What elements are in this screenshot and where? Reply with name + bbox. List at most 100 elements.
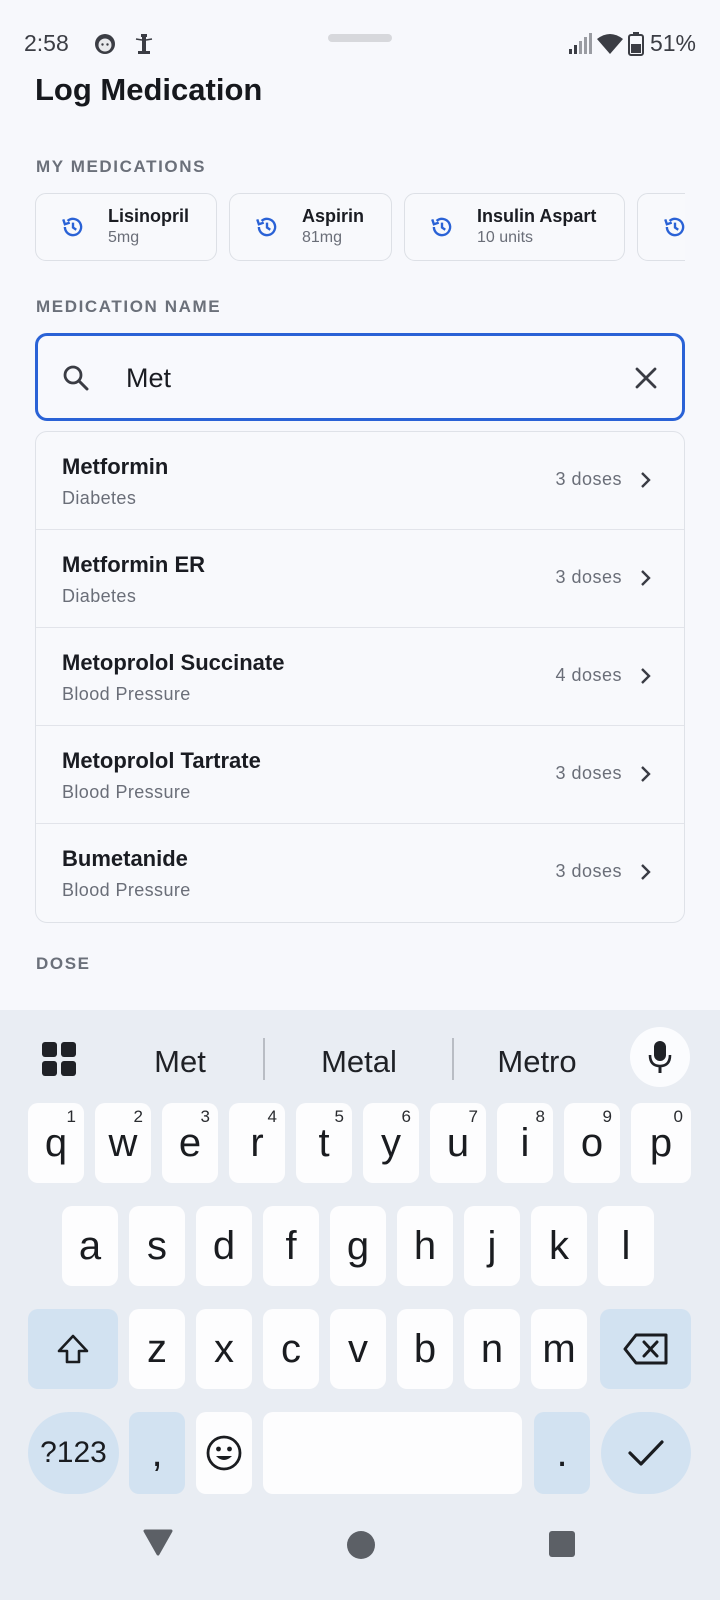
key-p[interactable]: p0 [631,1103,691,1183]
recent-medications-row[interactable]: Lisinopril 5mg Aspirin 81mg Insulin Aspa… [35,193,685,261]
recent-medication-chip[interactable]: Lisinopril 5mg [35,193,217,261]
key-comma[interactable]: , [129,1412,185,1494]
key-j[interactable]: j [464,1206,520,1286]
suggestion-category: Blood Pressure [62,782,191,802]
suggestion-name: Metformin [62,454,169,479]
back-triangle-icon[interactable] [143,1528,173,1556]
suggestion-dose-count: 3 doses [555,861,622,881]
key-label: y [381,1120,401,1165]
chip-dose: 10 units [477,229,534,246]
key-label: x [214,1326,234,1371]
history-icon [62,217,83,237]
shift-icon [57,1334,89,1364]
shift-key[interactable] [28,1309,118,1389]
key-label: e [178,1120,202,1165]
key-k[interactable]: k [531,1206,587,1286]
medication-name-label: MEDICATION NAME [36,297,222,316]
my-medications-label: MY MEDICATIONS [36,157,207,176]
key-label: h [413,1223,437,1268]
recents-square-icon[interactable] [548,1530,576,1558]
chevron-right-icon [641,864,651,880]
emoji-icon [206,1435,242,1471]
medication-search-field[interactable] [35,333,685,421]
key-label: b [413,1326,437,1371]
chip-name: Aspirin [302,206,365,226]
suggestion-item[interactable]: Metformin ER Diabetes 3 doses [36,530,684,628]
key-label: a [78,1223,102,1268]
key-h[interactable]: h [397,1206,453,1286]
key-c[interactable]: c [263,1309,319,1389]
key-u[interactable]: u7 [430,1103,486,1183]
key-x[interactable]: x [196,1309,252,1389]
keyboard-suggestion[interactable]: Metro [478,1044,596,1080]
backspace-icon [623,1333,667,1365]
medication-suggestions-list: Metformin Diabetes 3 doses Metformin ER … [35,431,685,923]
key-hint: 5 [334,1107,344,1126]
key-period[interactable]: . [534,1412,590,1494]
key-z[interactable]: z [129,1309,185,1389]
backspace-key[interactable] [600,1309,691,1389]
key-t[interactable]: t5 [296,1103,352,1183]
key-m[interactable]: m [531,1309,587,1389]
chevron-right-icon [641,472,651,488]
keyboard-suggestion[interactable]: Met [128,1044,232,1080]
suggestion-dose-count: 3 doses [555,469,622,489]
apps-grid-icon[interactable] [42,1042,76,1076]
key-r[interactable]: r4 [229,1103,285,1183]
chip-name: Insulin Aspart [477,206,597,226]
voice-input-button[interactable] [630,1027,690,1087]
key-v[interactable]: v [330,1309,386,1389]
recent-medication-chip[interactable]: Insulin Aspart 10 units [404,193,625,261]
battery-percentage: 51% [649,30,696,56]
space-key[interactable] [263,1412,522,1494]
key-a[interactable]: a [62,1206,118,1286]
key-label: j [487,1223,497,1268]
recent-medication-chip[interactable]: Aspirin 81mg [229,193,392,261]
key-w[interactable]: w2 [95,1103,151,1183]
camera-notch [328,34,392,42]
key-q[interactable]: q1 [28,1103,84,1183]
key-y[interactable]: y6 [363,1103,419,1183]
suggestion-item[interactable]: Metformin Diabetes 3 doses [36,432,684,530]
suggestion-dose-count: 3 doses [555,567,622,587]
suggestion-item[interactable]: Bumetanide Blood Pressure 3 doses [36,824,684,922]
key-hint: 7 [468,1107,478,1126]
enter-key[interactable] [601,1412,691,1494]
keyboard-suggestion[interactable]: Metal [300,1044,418,1080]
recent-medication-chip-partial[interactable] [637,193,685,261]
suggestion-category: Blood Pressure [62,880,191,900]
emoji-key[interactable] [196,1412,252,1494]
key-g[interactable]: g [330,1206,386,1286]
chevron-right-icon [641,570,651,586]
key-d[interactable]: d [196,1206,252,1286]
key-label: n [480,1326,504,1371]
clear-icon[interactable] [632,364,660,392]
home-circle-icon[interactable] [346,1530,376,1560]
microphone-icon [648,1041,672,1073]
chevron-right-icon [641,668,651,684]
key-e[interactable]: e3 [162,1103,218,1183]
status-time: 2:58 [24,30,69,56]
key-o[interactable]: o9 [564,1103,620,1183]
suggestion-item[interactable]: Metoprolol Tartrate Blood Pressure 3 dos… [36,726,684,824]
signal-icon [568,32,592,54]
key-b[interactable]: b [397,1309,453,1389]
key-s[interactable]: s [129,1206,185,1286]
symbols-key[interactable]: ?123 [28,1412,119,1494]
key-label: d [212,1223,236,1268]
page-title: Log Medication [35,72,263,107]
key-label: i [520,1120,530,1165]
key-hint: 9 [602,1107,612,1126]
key-label: s [147,1223,167,1268]
key-l[interactable]: l [598,1206,654,1286]
suggestion-item[interactable]: Metoprolol Succinate Blood Pressure 4 do… [36,628,684,726]
key-f[interactable]: f [263,1206,319,1286]
key-n[interactable]: n [464,1309,520,1389]
key-label: p [649,1120,673,1165]
search-icon [63,365,89,391]
checkmark-icon [628,1440,664,1466]
medication-search-input[interactable] [126,358,606,398]
chip-name: Lisinopril [108,206,189,226]
wifi-icon [596,33,623,54]
key-i[interactable]: i8 [497,1103,553,1183]
